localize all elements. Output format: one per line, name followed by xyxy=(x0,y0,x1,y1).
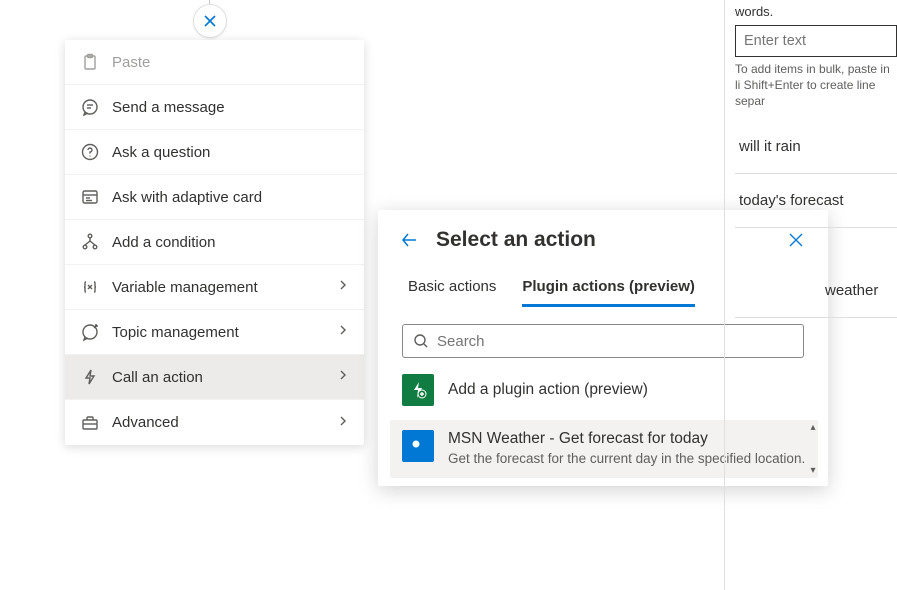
add-node-menu: Paste Send a message Ask a question Ask … xyxy=(65,40,364,445)
topic-icon xyxy=(80,322,100,342)
menu-item-label: Call an action xyxy=(112,369,349,386)
chat-icon xyxy=(80,97,100,117)
menu-item-call-action[interactable]: Call an action xyxy=(65,355,364,400)
branch-icon xyxy=(80,232,100,252)
back-button[interactable] xyxy=(400,231,418,249)
add-plugin-label: Add a plugin action (preview) xyxy=(448,381,648,399)
menu-item-label: Advanced xyxy=(112,414,349,431)
menu-item-advanced[interactable]: Advanced xyxy=(65,400,364,445)
menu-item-add-condition[interactable]: Add a condition xyxy=(65,220,364,265)
menu-item-label: Ask with adaptive card xyxy=(112,189,349,206)
toolbox-icon xyxy=(80,413,100,433)
menu-item-label: Paste xyxy=(112,54,349,71)
lightning-icon xyxy=(80,367,100,387)
menu-item-label: Ask a question xyxy=(112,144,349,161)
clipboard-icon xyxy=(80,52,100,72)
chevron-right-icon xyxy=(337,368,349,386)
menu-item-label: Send a message xyxy=(112,99,349,116)
trigger-phrase-input-wrapper[interactable] xyxy=(735,25,897,57)
card-icon xyxy=(80,187,100,207)
trigger-phrase-item[interactable]: weather xyxy=(735,264,897,318)
menu-item-paste: Paste xyxy=(65,40,364,85)
menu-item-ask-question[interactable]: Ask a question xyxy=(65,130,364,175)
help-text: To add items in bulk, paste in li Shift+… xyxy=(735,61,897,110)
menu-item-send-message[interactable]: Send a message xyxy=(65,85,364,130)
menu-item-topic-management[interactable]: Topic management xyxy=(65,310,364,355)
chevron-right-icon xyxy=(337,278,349,296)
field-label-fragment: words. xyxy=(735,4,897,19)
menu-item-label: Variable management xyxy=(112,279,349,296)
close-node-button[interactable] xyxy=(193,4,227,38)
weather-icon xyxy=(402,430,434,462)
trigger-phrase-item[interactable]: will it rain xyxy=(735,120,897,174)
search-icon xyxy=(413,333,429,349)
chevron-right-icon xyxy=(337,323,349,341)
close-icon xyxy=(202,13,218,29)
tab-basic-actions[interactable]: Basic actions xyxy=(408,272,496,307)
trigger-phrase-item[interactable]: today's forecast xyxy=(735,174,897,228)
chevron-right-icon xyxy=(337,414,349,432)
variable-icon xyxy=(80,277,100,297)
tab-plugin-actions[interactable]: Plugin actions (preview) xyxy=(522,272,695,307)
trigger-phrase-input[interactable] xyxy=(744,33,888,49)
menu-item-variable-management[interactable]: Variable management xyxy=(65,265,364,310)
plugin-add-icon xyxy=(402,374,434,406)
right-panel: words. To add items in bulk, paste in li… xyxy=(724,0,897,590)
menu-item-label: Topic management xyxy=(112,324,349,341)
menu-item-adaptive-card[interactable]: Ask with adaptive card xyxy=(65,175,364,220)
menu-item-label: Add a condition xyxy=(112,234,349,251)
question-icon xyxy=(80,142,100,162)
